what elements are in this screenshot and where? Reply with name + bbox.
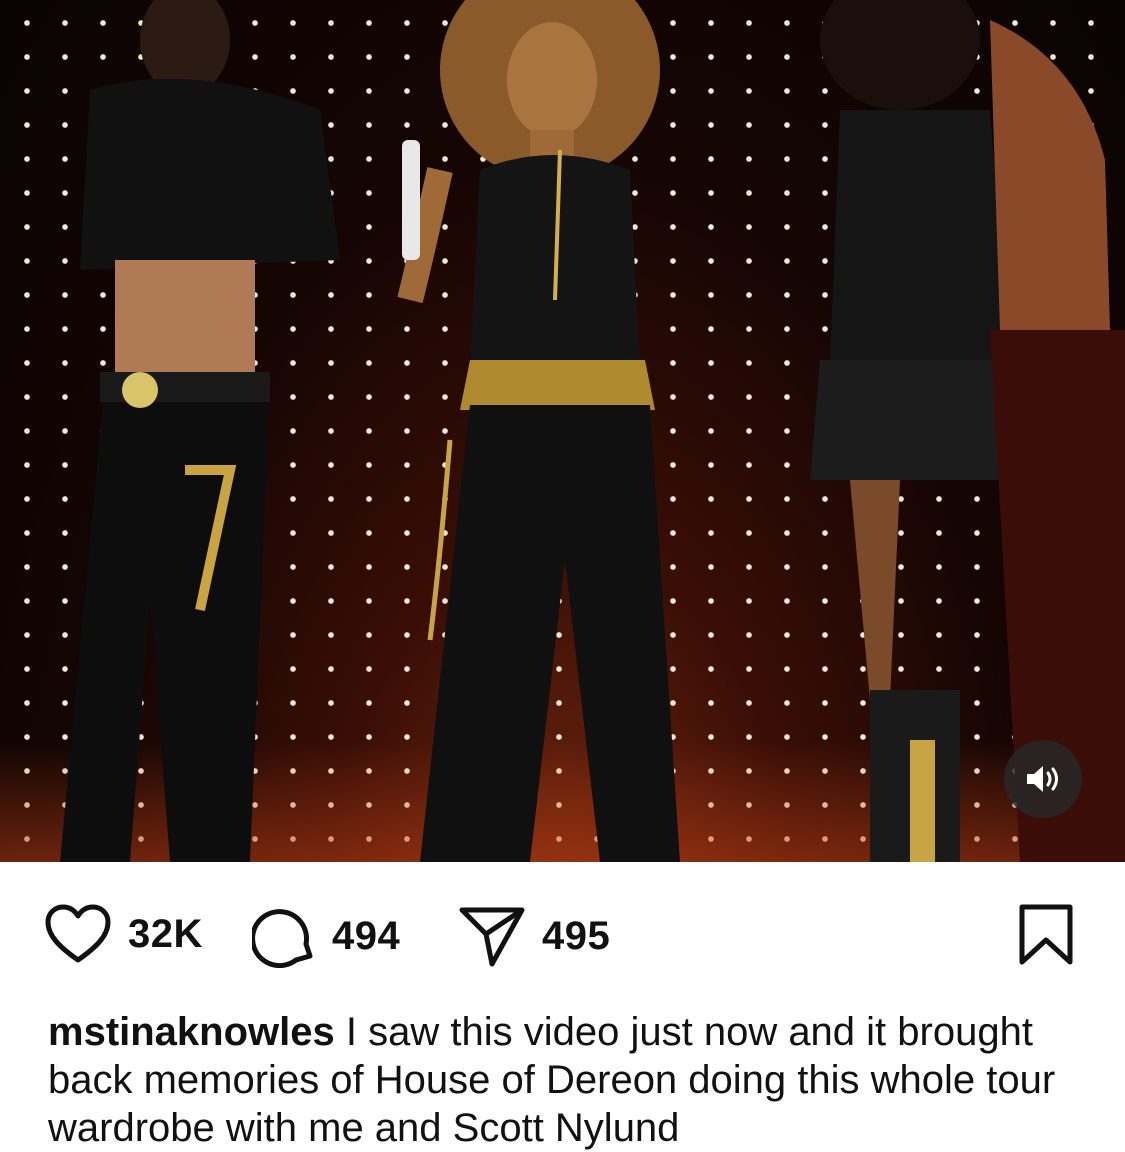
comment-count: 494 — [332, 914, 401, 958]
paper-plane-icon — [459, 907, 525, 967]
bookmark-icon — [1019, 904, 1073, 965]
comment-button[interactable]: 494 — [252, 904, 400, 968]
comment-bubble-icon — [252, 909, 313, 968]
save-button[interactable] — [1018, 904, 1074, 966]
like-count: 32K — [128, 912, 203, 956]
center-performer-figure — [397, 0, 680, 862]
mute-toggle-button[interactable] — [1004, 740, 1082, 818]
like-button[interactable]: 32K — [44, 904, 203, 964]
caption-username[interactable]: mstinaknowles — [48, 1010, 335, 1054]
speaker-volume-icon — [1027, 766, 1058, 792]
heart-icon — [45, 904, 111, 963]
left-dancer-figure — [60, 0, 340, 862]
right-dancers-figure — [810, 0, 1125, 862]
post-action-bar: 32K 494 495 — [0, 862, 1125, 1012]
share-count: 495 — [542, 914, 611, 958]
share-button[interactable]: 495 — [458, 904, 610, 968]
post-caption: mstinaknowles I saw this video just now … — [48, 1008, 1088, 1152]
post-video[interactable] — [0, 0, 1125, 862]
